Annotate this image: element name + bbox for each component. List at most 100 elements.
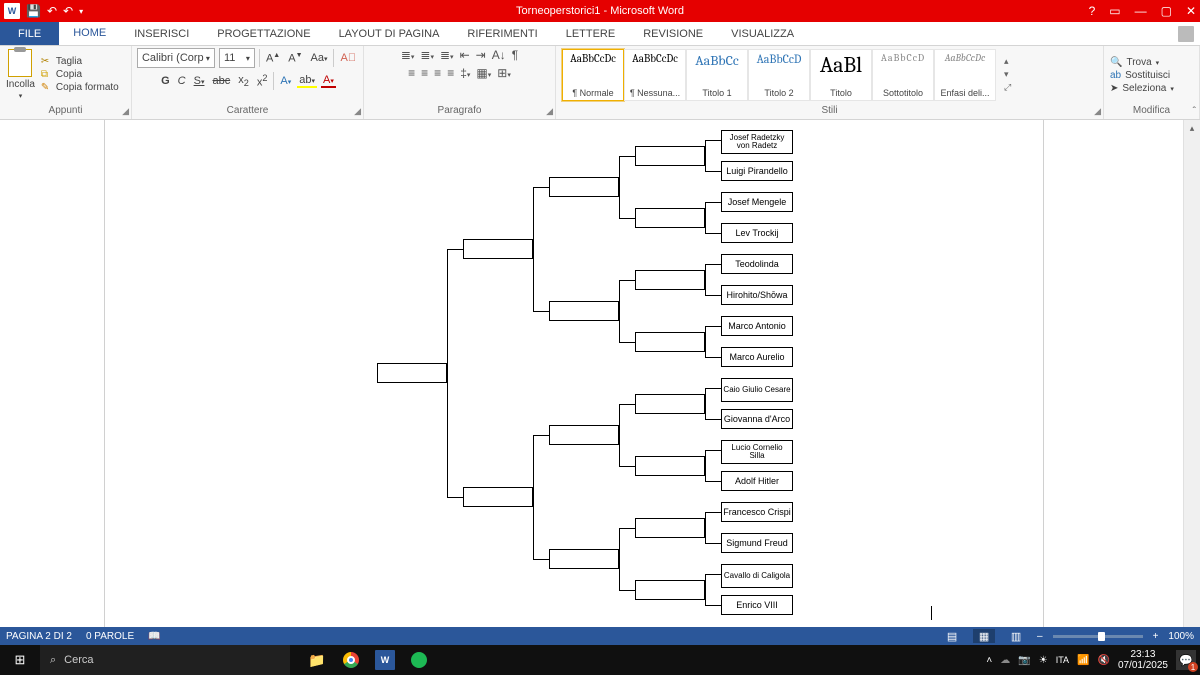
save-icon[interactable]: 💾 [26,4,41,18]
align-center-button[interactable]: ≡ [421,66,428,80]
minimize-icon[interactable]: — [1135,4,1147,18]
borders-button[interactable]: ⊞▾ [497,66,511,80]
weather-icon[interactable]: ☀ [1039,655,1048,666]
style-card[interactable]: AaBbCcDTitolo 2 [748,49,810,101]
collapse-ribbon-icon[interactable]: ˆ [1193,106,1196,117]
notifications-icon[interactable]: 💬1 [1176,650,1196,670]
sort-button[interactable]: A↓ [492,48,506,62]
styles-gallery[interactable]: AaBbCcDc¶ NormaleAaBbCcDc¶ Nessuna...AaB… [562,49,996,101]
font-launcher-icon[interactable]: ◢ [354,106,361,117]
style-card[interactable]: AaBlTitolo [810,49,872,101]
word-taskbar-icon[interactable]: W [368,645,402,675]
tab-file[interactable]: FILE [0,22,59,45]
explorer-taskbar-icon[interactable]: 📁 [300,645,334,675]
tab-design[interactable]: PROGETTAZIONE [203,22,324,45]
language-icon[interactable]: ITA [1056,655,1069,665]
copy-button[interactable]: ⧉Copia [41,69,119,81]
redo-icon[interactable]: ↷ [63,4,73,18]
chrome-taskbar-icon[interactable] [334,645,368,675]
qat-customize-icon[interactable]: ▾ [79,7,83,16]
numbering-button[interactable]: ≣▾ [420,48,434,62]
style-card[interactable]: AaBbCcDcEnfasi deli... [934,49,996,101]
help-icon[interactable]: ? [1089,4,1096,18]
style-card[interactable]: AaBbCcDc¶ Nessuna... [624,49,686,101]
tab-review[interactable]: REVISIONE [629,22,717,45]
meet-now-icon[interactable]: 📷 [1018,655,1030,666]
grow-font-button[interactable]: A▲ [264,52,282,65]
tab-view[interactable]: VISUALIZZA [717,22,808,45]
cursor-icon: ➤ [1110,83,1118,94]
format-painter-button[interactable]: ✎Copia formato [41,82,119,94]
clipboard-launcher-icon[interactable]: ◢ [122,106,129,117]
superscript-button[interactable]: x2 [255,73,270,89]
align-right-button[interactable]: ≡ [434,66,441,80]
styles-scroll-up-icon[interactable]: ▴ [1004,56,1011,67]
line-spacing-button[interactable]: ‡▾ [460,66,470,80]
tab-layout[interactable]: LAYOUT DI PAGINA [325,22,454,45]
show-marks-button[interactable]: ¶ [512,48,518,62]
taskbar-search[interactable]: ⌕ Cerca [40,645,290,675]
restore-icon[interactable]: ▢ [1161,4,1172,18]
spotify-taskbar-icon[interactable] [402,645,436,675]
tab-insert[interactable]: INSERISCI [120,22,203,45]
zoom-level[interactable]: 100% [1168,631,1194,642]
strike-button[interactable]: abc [210,75,232,87]
align-left-button[interactable]: ≡ [408,66,415,80]
close-icon[interactable]: ✕ [1186,4,1196,18]
bold-button[interactable]: G [159,75,172,87]
word-count[interactable]: 0 PAROLE [86,631,134,642]
select-button[interactable]: ➤Seleziona▾ [1110,83,1174,94]
account-signin[interactable] [1172,22,1200,45]
find-button[interactable]: 🔍Trova▾ [1110,57,1174,68]
multilevel-button[interactable]: ≣▾ [440,48,454,62]
style-card[interactable]: AaBbCcDSottotitolo [872,49,934,101]
subscript-button[interactable]: x2 [236,74,251,88]
undo-icon[interactable]: ↶ [47,4,57,18]
tab-mailings[interactable]: LETTERE [552,22,630,45]
font-color-button[interactable]: A▾ [321,74,336,88]
replace-button[interactable]: abSostituisci [1110,70,1174,81]
volume-icon[interactable]: 🔇 [1097,655,1109,666]
zoom-out-button[interactable]: – [1037,631,1043,642]
cut-button[interactable]: ✂Taglia [41,56,119,68]
paragraph-launcher-icon[interactable]: ◢ [546,106,553,117]
styles-scroll-down-icon[interactable]: ▾ [1004,69,1011,80]
document-area[interactable]: ▴ Josef Radetzky von RadetzLuigi Pirande… [0,120,1200,657]
highlight-button[interactable]: ab▾ [297,74,317,88]
styles-launcher-icon[interactable]: ◢ [1094,106,1101,117]
read-mode-button[interactable]: ▤ [941,629,963,643]
page-indicator[interactable]: PAGINA 2 DI 2 [6,631,72,642]
italic-button[interactable]: C [176,75,188,87]
font-size-combo[interactable]: 11▾ [219,48,255,68]
tab-references[interactable]: RIFERIMENTI [453,22,551,45]
indent-decrease-button[interactable]: ⇤ [460,48,470,62]
proofing-icon[interactable]: 📖 [148,631,160,642]
onedrive-icon[interactable]: ☁ [1000,655,1010,666]
zoom-in-button[interactable]: + [1153,631,1159,642]
start-button[interactable]: ⊞ [0,645,40,675]
style-card[interactable]: AaBbCcDc¶ Normale [562,49,624,101]
print-layout-button[interactable]: ▦ [973,629,995,643]
paste-button[interactable]: Incolla ▾ [6,49,35,100]
web-layout-button[interactable]: ▥ [1005,629,1027,643]
shading-button[interactable]: ▦▾ [476,66,491,80]
justify-button[interactable]: ≡ [447,66,454,80]
document-page[interactable]: Josef Radetzky von RadetzLuigi Pirandell… [104,120,1044,657]
tray-expand-icon[interactable]: ˄ [986,655,992,666]
text-effects-button[interactable]: A▾ [278,75,293,87]
indent-increase-button[interactable]: ⇥ [476,48,486,62]
bullets-button[interactable]: ≣▾ [401,48,415,62]
font-name-combo[interactable]: Calibri (Corp▾ [137,48,215,68]
clear-format-button[interactable]: A⃠ [338,52,358,64]
shrink-font-button[interactable]: A▼ [286,52,304,65]
style-card[interactable]: AaBbCcTitolo 1 [686,49,748,101]
zoom-slider[interactable] [1053,635,1143,638]
scrollbar-up-icon[interactable]: ▴ [1184,120,1200,136]
clock[interactable]: 23:13 07/01/2025 [1118,649,1168,671]
change-case-button[interactable]: Aa▾ [309,52,330,64]
ribbon-options-icon[interactable]: ▭ [1109,4,1120,18]
styles-expand-icon[interactable]: ⤢ [1004,82,1011,93]
tab-home[interactable]: HOME [59,22,120,45]
wifi-icon[interactable]: 📶 [1077,655,1089,666]
underline-button[interactable]: S▾ [192,75,207,87]
